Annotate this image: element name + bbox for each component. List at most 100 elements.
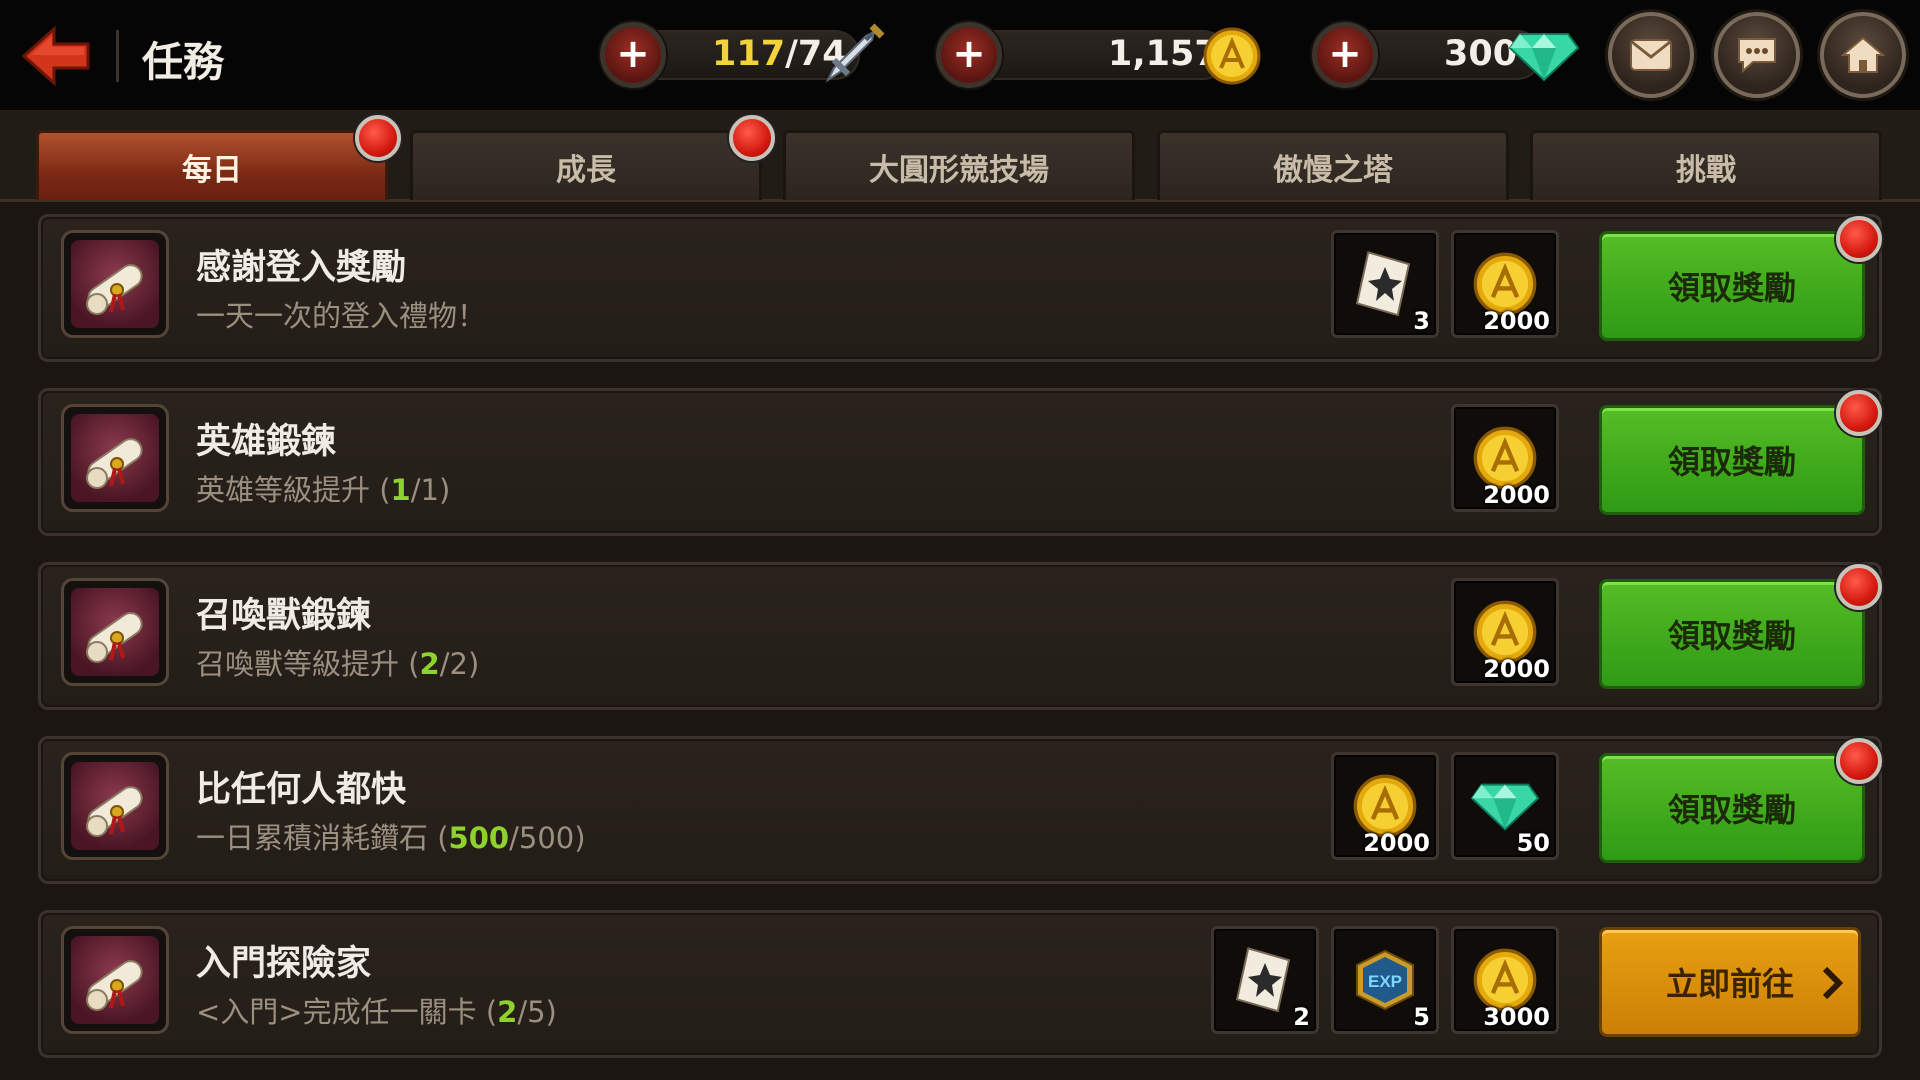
go-now-button[interactable]: 立即前往: [1599, 927, 1861, 1037]
tab-label: 每日: [182, 152, 242, 188]
scroll-icon: [86, 612, 143, 663]
scroll-item-icon: [1235, 947, 1291, 1013]
progress-total: /2): [439, 647, 480, 681]
plus-icon: +: [952, 30, 986, 77]
reward-count: 2: [1293, 1003, 1310, 1031]
stamina-current: 117: [712, 34, 786, 74]
quest-title: 比任何人都快: [196, 770, 407, 810]
progress-total: /500): [509, 821, 586, 855]
quest-row: 比任何人都快 一日累積消耗鑽石 (500/500) 2000 50 領取獎勵: [38, 736, 1882, 884]
button-label: 領取獎勵: [1667, 617, 1796, 655]
progress-done: 2: [497, 995, 518, 1029]
mail-icon: [1630, 39, 1672, 71]
quest-desc-text: 一日累積消耗鑽石 (: [196, 821, 449, 855]
button-label: 領取獎勵: [1667, 791, 1796, 829]
scroll-icon: [86, 786, 143, 837]
sword-icon: [825, 23, 885, 83]
reward-slot: 50: [1451, 752, 1559, 860]
quest-row: 召喚獸鍛鍊 召喚獸等級提升 (2/2) 2000 領取獎勵: [38, 562, 1882, 710]
reward-slot: 2: [1211, 926, 1319, 1034]
quest-row: 英雄鍛鍊 英雄等級提升 (1/1) 2000 領取獎勵: [38, 388, 1882, 536]
reward-count: 3: [1413, 307, 1430, 335]
quest-icon-frame: [61, 404, 169, 512]
reward-slot: 2000: [1451, 404, 1559, 512]
progress-total: /5): [517, 995, 557, 1029]
quest-title: 召喚獸鍛鍊: [196, 596, 372, 636]
notification-badge: [1836, 738, 1882, 784]
reward-slot: 3: [1331, 230, 1439, 338]
scroll-item-icon: [1355, 251, 1411, 317]
plus-icon: +: [616, 30, 650, 77]
mail-button[interactable]: [1608, 12, 1694, 98]
tab-challenge[interactable]: 挑戰: [1530, 130, 1882, 200]
svg-text:EXP: EXP: [1368, 972, 1402, 991]
claim-reward-button[interactable]: 領取獎勵: [1599, 738, 1882, 863]
add-gems-button[interactable]: +: [1312, 22, 1378, 88]
quest-title: 入門探險家: [196, 944, 372, 984]
quest-icon-frame: [61, 578, 169, 686]
add-stamina-button[interactable]: +: [600, 22, 666, 88]
reward-count: 5: [1413, 1003, 1430, 1031]
progress-done: 500: [448, 821, 510, 855]
tab-colosseum[interactable]: 大圓形競技場: [783, 130, 1135, 200]
button-label: 領取獎勵: [1667, 443, 1796, 481]
reward-slot: EXP 5: [1331, 926, 1439, 1034]
reward-count: 2000: [1483, 481, 1550, 509]
tab-bar: 每日 成長 大圓形競技場 傲慢之塔 挑戰: [0, 110, 1920, 202]
reward-slot: 2000: [1331, 752, 1439, 860]
gem-value: 300: [1444, 34, 1518, 74]
reward-slot: 3000: [1451, 926, 1559, 1034]
notification-badge: [355, 115, 401, 161]
quest-description: <入門>完成任一關卡 (2/5): [196, 989, 557, 1031]
tab-label: 挑戰: [1676, 152, 1736, 188]
quest-icon-frame: [61, 926, 169, 1034]
claim-reward-button[interactable]: 領取獎勵: [1599, 216, 1882, 341]
chat-button[interactable]: [1714, 12, 1800, 98]
notification-badge: [1836, 390, 1882, 436]
progress-total: /1): [410, 473, 451, 507]
scroll-icon: [86, 264, 143, 315]
title-divider: [116, 30, 119, 82]
quest-row: 感謝登入獎勵 一天一次的登入禮物！ 3 2000 領取獎勵: [38, 214, 1882, 362]
gold-coin-icon: [1203, 27, 1261, 85]
reward-count: 2000: [1483, 655, 1550, 683]
back-button[interactable]: [21, 25, 92, 87]
claim-reward-button[interactable]: 領取獎勵: [1599, 390, 1882, 515]
home-button[interactable]: [1820, 12, 1906, 98]
button-label: 立即前往: [1665, 965, 1794, 1003]
exp-badge-icon: EXP: [1356, 949, 1414, 1011]
home-icon: [1841, 36, 1885, 73]
quest-row: 入門探險家 <入門>完成任一關卡 (2/5) 2 EXP 5 3000 立即前往: [38, 910, 1882, 1058]
progress-done: 1: [390, 473, 411, 507]
add-gold-button[interactable]: +: [936, 22, 1002, 88]
tab-label: 大圓形競技場: [869, 152, 1049, 188]
quest-desc-text: 英雄等級提升 (: [196, 473, 391, 507]
reward-slot: 2000: [1451, 578, 1559, 686]
diamond-icon: [1470, 783, 1540, 831]
quest-icon-frame: [61, 230, 169, 338]
quest-icon-frame: [61, 752, 169, 860]
notification-badge: [1836, 564, 1882, 610]
chat-icon: [1738, 38, 1776, 74]
chevron-right-icon: [1822, 966, 1844, 1000]
stamina-counter: + 117/74: [600, 22, 890, 88]
gem-counter: + 300: [1312, 22, 1582, 88]
quest-description: 召喚獸等級提升 (2/2): [196, 641, 479, 683]
quest-title: 感謝登入獎勵: [196, 248, 407, 288]
claim-reward-button[interactable]: 領取獎勵: [1599, 564, 1882, 689]
plus-icon: +: [1328, 30, 1362, 77]
tab-growth[interactable]: 成長: [410, 115, 775, 200]
progress-done: 2: [419, 647, 440, 681]
tab-tower-of-pride[interactable]: 傲慢之塔: [1157, 130, 1509, 200]
tab-daily[interactable]: 每日: [36, 115, 401, 200]
diamond-icon: [1508, 33, 1580, 82]
scroll-icon: [86, 960, 143, 1011]
reward-slot: 2000: [1451, 230, 1559, 338]
top-bar: 任務 + 117/74 + 1,157 + 300: [0, 0, 1920, 110]
reward-count: 2000: [1483, 307, 1550, 335]
tab-label: 傲慢之塔: [1273, 152, 1393, 188]
quest-description: 英雄等級提升 (1/1): [196, 467, 450, 509]
reward-count: 2000: [1363, 829, 1430, 857]
scroll-icon: [86, 438, 143, 489]
quest-title: 英雄鍛鍊: [196, 422, 337, 462]
